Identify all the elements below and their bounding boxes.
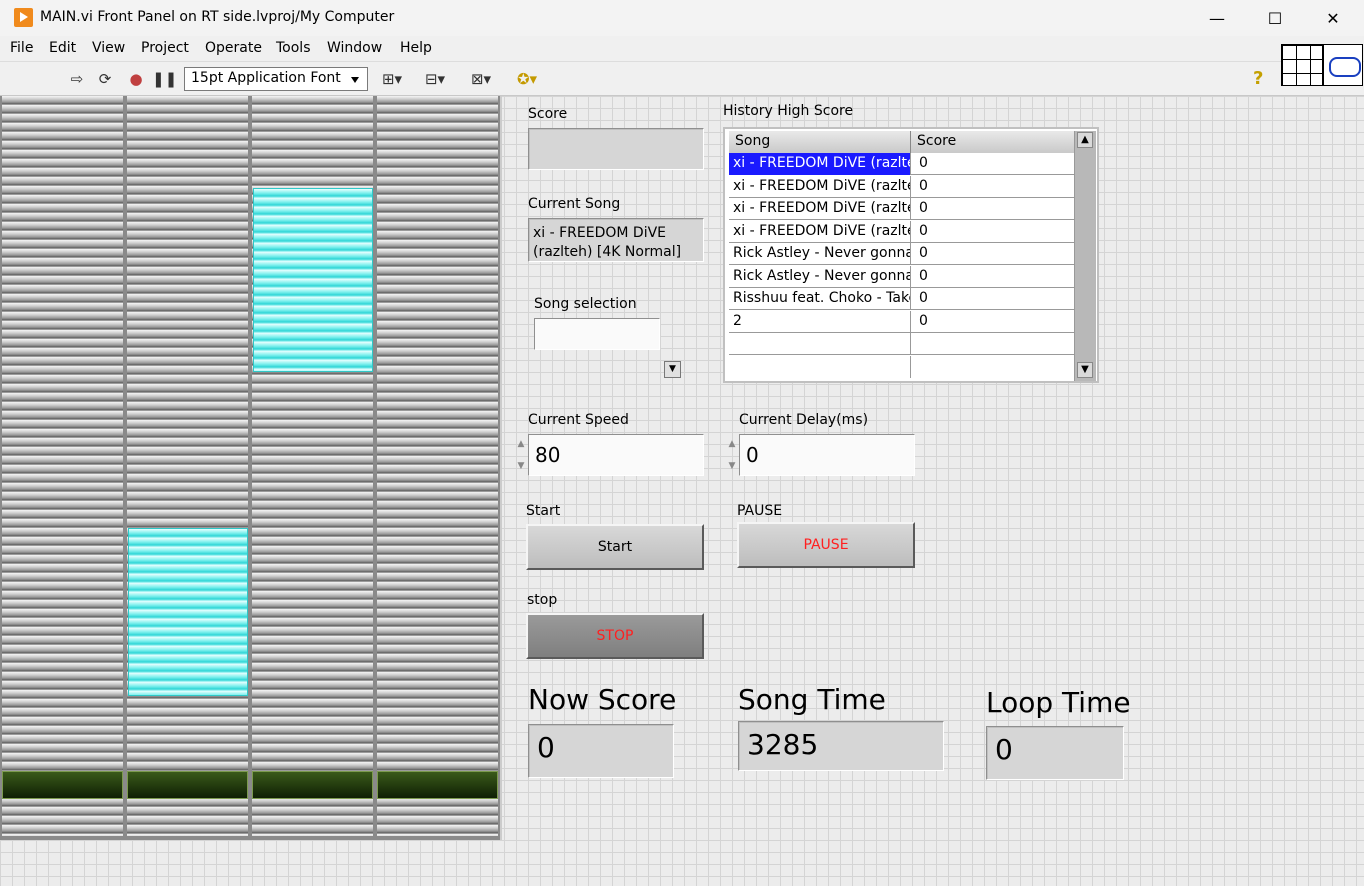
menu-window[interactable]: Window xyxy=(327,40,382,56)
score-label: Score xyxy=(528,106,568,122)
history-table[interactable]: Song Score xi - FREEDOM DiVE (razlteh 0 x… xyxy=(723,127,1099,383)
loop-time-indicator: 0 xyxy=(986,726,1124,780)
table-row[interactable]: Rick Astley - Never gonna 0 xyxy=(729,243,1075,265)
table-row[interactable]: Risshuu feat. Choko - Take 0 xyxy=(729,288,1075,310)
close-button[interactable]: ✕ xyxy=(1304,0,1362,36)
pause-button[interactable]: PAUSE xyxy=(737,522,915,568)
song-selection-input[interactable] xyxy=(534,318,660,350)
current-song-label: Current Song xyxy=(528,196,621,212)
song-selection-label: Song selection xyxy=(534,296,637,312)
delay-stepper-icon[interactable]: ▲ ▼ xyxy=(727,433,737,477)
song-time-label: Song Time xyxy=(738,683,886,716)
menu-tools[interactable]: Tools xyxy=(276,40,311,56)
table-row[interactable]: xi - FREEDOM DiVE (razlteh 0 xyxy=(729,153,1075,175)
current-song-indicator: xi - FREEDOM DiVE (razlteh) [4K Normal] xyxy=(528,218,704,262)
distribute-objects-icon[interactable]: ⊟▾ xyxy=(420,70,450,88)
table-row[interactable]: xi - FREEDOM DiVE (razlteh 0 xyxy=(729,221,1075,243)
menu-project[interactable]: Project xyxy=(141,40,189,56)
lane-1 xyxy=(2,96,123,836)
menu-bar: File Edit View Project Operate Tools Win… xyxy=(0,36,1364,62)
run-continuously-icon[interactable]: ⟳ xyxy=(94,70,116,88)
now-score-label: Now Score xyxy=(528,683,677,716)
dropdown-arrow-icon[interactable]: ▼ xyxy=(664,361,681,378)
pause-label: PAUSE xyxy=(737,503,783,519)
start-label: Start xyxy=(526,503,561,519)
chevron-down-icon xyxy=(351,77,359,83)
window-title: MAIN.vi Front Panel on RT side.lvproj/My… xyxy=(40,9,395,25)
song-time-indicator: 3285 xyxy=(738,721,944,771)
speed-stepper-icon[interactable]: ▲ ▼ xyxy=(516,433,526,477)
scroll-up-icon[interactable]: ▲ xyxy=(1077,132,1093,148)
start-button[interactable]: Start xyxy=(526,524,704,570)
table-row[interactable] xyxy=(729,333,1075,355)
history-label: History High Score xyxy=(723,103,854,119)
table-row[interactable]: xi - FREEDOM DiVE (razlteh 0 xyxy=(729,198,1075,220)
falling-note xyxy=(128,528,248,696)
menu-file[interactable]: File xyxy=(10,40,33,56)
falling-note xyxy=(253,188,373,372)
align-objects-icon[interactable]: ⊞▾ xyxy=(377,70,407,88)
game-lanes xyxy=(0,96,502,840)
title-bar: MAIN.vi Front Panel on RT side.lvproj/My… xyxy=(0,0,1364,36)
abort-icon[interactable]: ● xyxy=(125,70,147,88)
table-row[interactable] xyxy=(729,356,1075,378)
gamepad-icon xyxy=(1323,44,1363,86)
column-header-score[interactable]: Score xyxy=(911,131,1075,153)
table-scrollbar[interactable] xyxy=(1074,131,1096,381)
hit-bar xyxy=(252,771,373,799)
run-arrow-icon[interactable]: ⇨ xyxy=(66,70,88,88)
maximize-button[interactable]: ☐ xyxy=(1246,0,1304,36)
current-speed-input[interactable]: 80 xyxy=(528,434,704,476)
menu-edit[interactable]: Edit xyxy=(49,40,76,56)
column-header-song[interactable]: Song xyxy=(729,131,911,153)
stop-button[interactable]: STOP xyxy=(526,613,704,659)
labview-icon xyxy=(14,8,33,27)
hit-bar xyxy=(377,771,498,799)
hit-bar xyxy=(2,771,123,799)
stop-label: stop xyxy=(527,592,558,608)
menu-view[interactable]: View xyxy=(92,40,125,56)
table-row[interactable]: 20 xyxy=(729,311,1075,333)
resize-objects-icon[interactable]: ⊠▾ xyxy=(465,70,497,88)
table-row[interactable]: xi - FREEDOM DiVE (razlteh 0 xyxy=(729,176,1075,198)
pause-icon[interactable]: ❚❚ xyxy=(152,70,177,88)
grid-icon xyxy=(1281,44,1323,86)
minimize-button[interactable]: — xyxy=(1188,0,1246,36)
scroll-down-icon[interactable]: ▼ xyxy=(1077,362,1093,378)
font-select-value: 15pt Application Font xyxy=(191,70,341,86)
reorder-icon[interactable]: ✪▾ xyxy=(511,70,543,88)
help-icon[interactable]: ? xyxy=(1253,68,1273,90)
table-row[interactable]: Rick Astley - Never gonna 0 xyxy=(729,266,1075,288)
current-delay-label: Current Delay(ms) xyxy=(739,412,869,428)
menu-operate[interactable]: Operate xyxy=(205,40,262,56)
menu-help[interactable]: Help xyxy=(400,40,432,56)
lane-2 xyxy=(127,96,248,836)
lane-4 xyxy=(377,96,498,836)
loop-time-label: Loop Time xyxy=(986,686,1131,719)
score-indicator xyxy=(528,128,704,170)
now-score-indicator: 0 xyxy=(528,724,674,778)
hit-bar xyxy=(127,771,248,799)
font-select[interactable]: 15pt Application Font xyxy=(184,67,368,91)
current-delay-input[interactable]: 0 xyxy=(739,434,915,476)
current-speed-label: Current Speed xyxy=(528,412,629,428)
